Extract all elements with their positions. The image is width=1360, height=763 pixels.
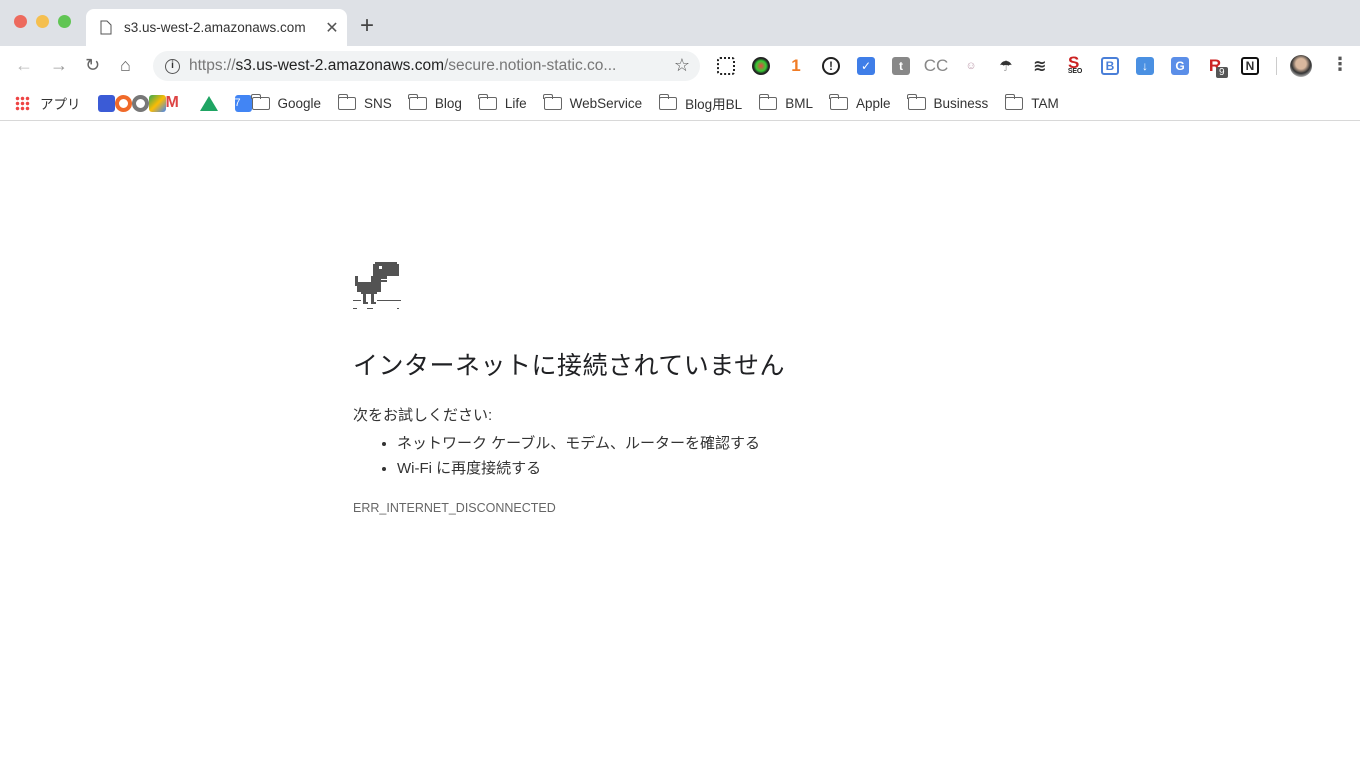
bookmarks-bar: アプリ M 7 Google SNS Blog Life WebService … — [0, 86, 1360, 121]
bookmark-orange-ring-icon[interactable] — [114, 94, 132, 112]
suggestions-list: ネットワーク ケーブル、モデム、ルーターを確認する Wi-Fi に再度接続する — [397, 431, 785, 481]
bookmark-label: Life — [504, 95, 527, 111]
folder-icon — [907, 93, 926, 110]
bookmark-label: SNS — [364, 95, 392, 111]
bookmark-folder-bml[interactable]: BML — [758, 93, 813, 111]
bookmark-label: Blog — [434, 95, 462, 111]
page-icon — [100, 20, 112, 35]
bookmark-label: BML — [785, 95, 813, 111]
folder-icon — [408, 93, 427, 110]
bracket-extension-icon[interactable]: B — [1101, 57, 1119, 75]
bookmark-label: WebService — [569, 95, 643, 111]
error-page: インターネットに接続されていません 次をお試しください: ネットワーク ケーブル… — [353, 262, 785, 515]
bookmark-label: Business — [933, 95, 989, 111]
bookmark-folder-business[interactable]: Business — [907, 93, 989, 111]
bookmark-folder-google[interactable]: Google — [251, 93, 322, 111]
todo-extension-icon[interactable]: ✓ — [857, 57, 875, 75]
umbrella-extension-icon[interactable]: ☂ — [997, 57, 1015, 75]
seo-extension-icon[interactable]: S SEO — [1064, 53, 1086, 77]
info-icon[interactable]: i — [165, 58, 180, 74]
folder-icon — [543, 93, 562, 110]
profile-avatar[interactable] — [1290, 55, 1312, 77]
cc-extension-icon[interactable]: CC — [924, 56, 949, 75]
folder-icon — [829, 93, 848, 110]
bookmark-label: Apple — [855, 95, 891, 111]
bookmark-apps[interactable]: アプリ — [15, 93, 81, 113]
color-picker-extension-icon[interactable] — [752, 57, 770, 75]
tab-active[interactable]: s3.us-west-2.amazonaws.com ✕ — [86, 9, 347, 46]
folder-icon — [658, 93, 678, 110]
folder-icon — [337, 93, 357, 110]
error-code: ERR_INTERNET_DISCONNECTED — [353, 501, 556, 515]
zoom-window-button[interactable] — [58, 15, 71, 28]
minimize-window-button[interactable] — [36, 15, 49, 28]
bookmark-hatena-icon[interactable] — [97, 94, 115, 112]
address-bar[interactable]: i https://s3.us-west-2.amazonaws.com/sec… — [153, 51, 700, 81]
close-window-button[interactable] — [14, 15, 27, 28]
bookmark-folder-blog[interactable]: Blog — [408, 93, 462, 111]
twitter-extension-icon[interactable]: t — [892, 57, 910, 75]
download-extension-icon[interactable]: ↓ — [1136, 57, 1154, 75]
bookmark-label: Blog用BL — [685, 97, 743, 112]
ghost-extension-icon[interactable]: ☺ — [962, 57, 980, 75]
new-tab-button[interactable]: + — [360, 12, 374, 40]
forward-button[interactable]: → — [50, 55, 68, 76]
tab-title: s3.us-west-2.amazonaws.com — [124, 20, 306, 35]
toolbar-divider — [1276, 57, 1277, 75]
error-title: インターネットに接続されていません — [353, 352, 786, 380]
tab-close-button[interactable]: ✕ — [317, 18, 347, 38]
counter-extension-icon[interactable]: 1 — [787, 56, 805, 75]
folder-icon — [478, 93, 497, 110]
translate-extension-icon[interactable]: G — [1171, 57, 1189, 75]
suggestions-label: 次をお試しください: — [353, 407, 493, 424]
bookmark-drive-icon[interactable] — [199, 95, 218, 111]
folder-icon — [1004, 93, 1024, 110]
folder-icon — [758, 93, 778, 110]
bookmark-star-icon[interactable]: ☆ — [674, 55, 690, 76]
bookmark-label: アプリ — [40, 97, 81, 112]
notion-extension-icon[interactable]: N — [1241, 57, 1259, 75]
bookmark-folder-apple[interactable]: Apple — [829, 93, 891, 111]
bookmark-label: TAM — [1031, 95, 1059, 111]
back-button[interactable]: ← — [15, 55, 33, 76]
bookmark-folder-life[interactable]: Life — [478, 93, 527, 111]
seo-extension-label: SEO — [1067, 68, 1083, 75]
toolbar: ← → ↻ ⌂ i https://s3.us-west-2.amazonaws… — [0, 46, 1360, 86]
url-path: /secure.notion-static.co... — [444, 57, 617, 74]
reload-button[interactable]: ↻ — [85, 55, 100, 76]
tab-strip: s3.us-west-2.amazonaws.com ✕ + — [0, 0, 1360, 46]
bookmark-calendar-icon[interactable]: 7 — [234, 94, 252, 112]
bookmark-github-icon[interactable] — [131, 94, 149, 112]
buffer-extension-icon[interactable]: ≋ — [1031, 57, 1049, 75]
bookmark-folder-sns[interactable]: SNS — [337, 93, 392, 111]
apps-grid-icon — [15, 95, 30, 111]
bookmark-maps-icon[interactable] — [148, 94, 166, 112]
extension-badge: 9 — [1216, 67, 1228, 78]
bookmark-folder-webservice[interactable]: WebService — [543, 93, 643, 111]
1password-extension-icon[interactable]: ! — [822, 57, 840, 75]
qr-code-extension-icon[interactable] — [717, 57, 735, 75]
suggestion-item: ネットワーク ケーブル、モデム、ルーターを確認する — [397, 431, 785, 456]
url-scheme: https:// — [189, 57, 236, 74]
folder-icon — [251, 93, 270, 110]
home-button[interactable]: ⌂ — [120, 55, 131, 76]
bookmark-gmail-icon[interactable]: M — [166, 94, 183, 112]
bookmark-label: Google — [277, 95, 322, 111]
bookmark-folder-blog-bl[interactable]: Blog用BL — [658, 93, 743, 113]
menu-icon[interactable]: ⋮ — [1331, 54, 1349, 75]
url-host: s3.us-west-2.amazonaws.com — [235, 57, 444, 74]
offline-dino-icon[interactable] — [353, 262, 401, 310]
bookmark-folder-tam[interactable]: TAM — [1004, 93, 1059, 111]
suggestion-item: Wi-Fi に再度接続する — [397, 456, 785, 481]
